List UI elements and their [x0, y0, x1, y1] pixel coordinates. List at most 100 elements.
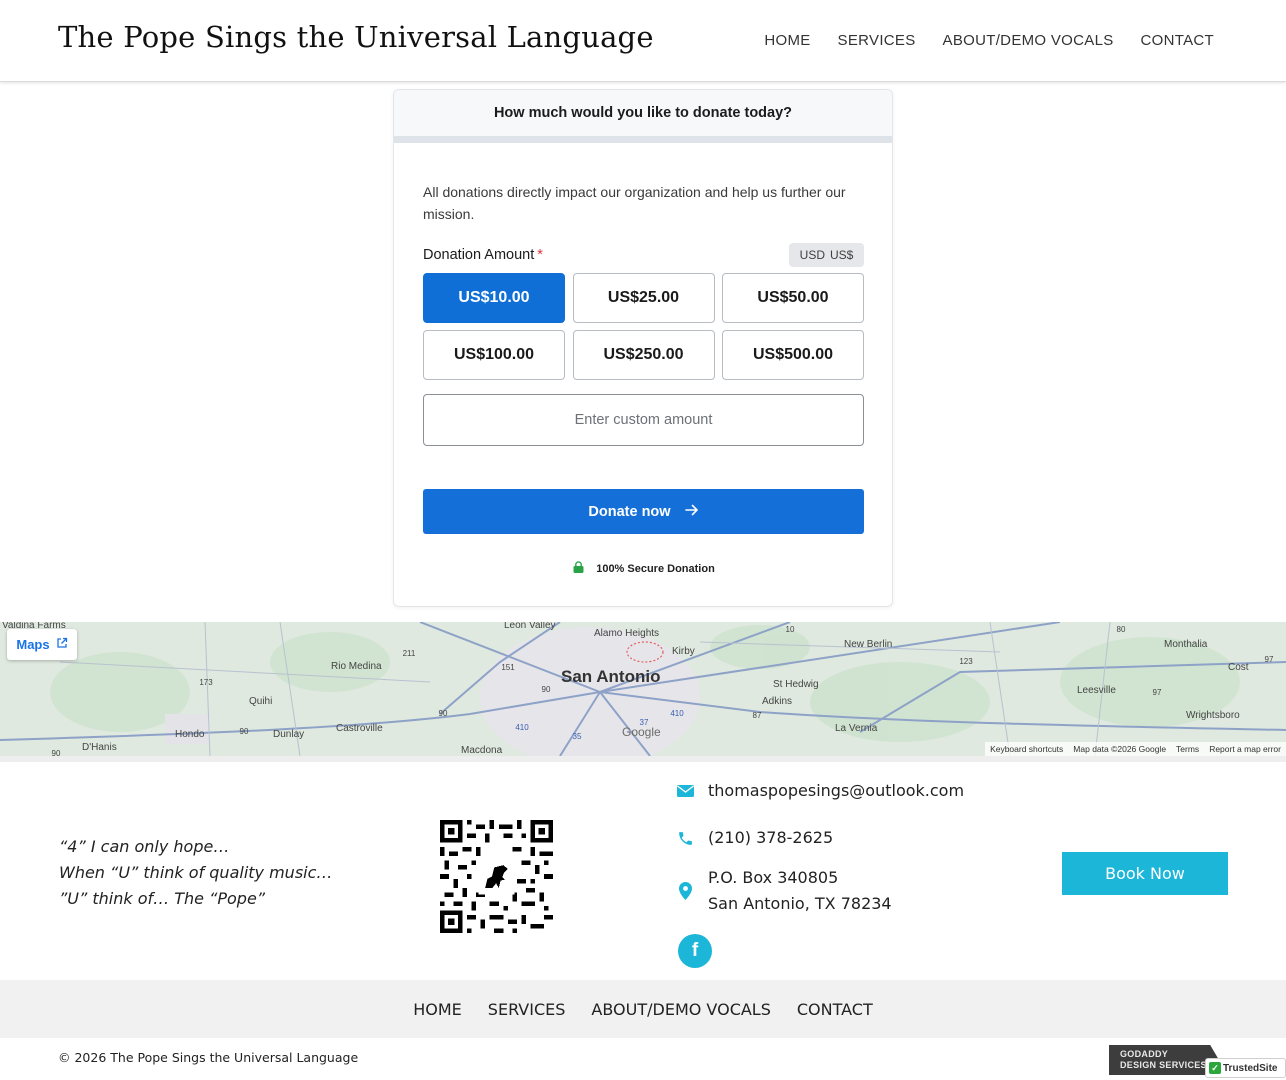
amount-label-text: Donation Amount [423, 247, 535, 263]
amount-option-500[interactable]: US$500.00 [722, 330, 864, 380]
nav-contact[interactable]: CONTACT [1141, 32, 1214, 49]
facebook-icon[interactable]: f [678, 934, 712, 968]
secure-donation-label: 100% Secure Donation [596, 562, 715, 575]
map-place: Leon Valley [504, 622, 556, 631]
nav-about-demo-vocals[interactable]: ABOUT/DEMO VOCALS [943, 32, 1114, 49]
donation-card: How much would you like to donate today?… [393, 89, 893, 607]
donation-intro: All donations directly impact our organi… [423, 184, 846, 222]
map-place: Cost [1228, 662, 1249, 673]
footer-nav-about-demo-vocals[interactable]: ABOUT/DEMO VOCALS [591, 1000, 770, 1019]
footer-nav-services[interactable]: SERVICES [488, 1000, 566, 1019]
page: The Pope Sings the Universal Language HO… [0, 0, 1286, 1080]
map-place: Hondo [175, 729, 205, 740]
address-text: P.O. Box 340805 San Antonio, TX 78234 [708, 865, 892, 917]
maps-label: Maps [16, 637, 50, 652]
book-now-button[interactable]: Book Now [1062, 852, 1228, 895]
amount-option-50[interactable]: US$50.00 [722, 273, 864, 323]
map-place: Castroville [336, 723, 383, 734]
footer-nav-contact[interactable]: CONTACT [797, 1000, 873, 1019]
highway-shield: 97 [1153, 688, 1162, 697]
amount-option-250[interactable]: US$250.00 [572, 330, 715, 380]
highway-shield: 410 [515, 723, 529, 732]
badge-line-1: GODADDY [1120, 1049, 1169, 1059]
site-title[interactable]: The Pope Sings the Universal Language [58, 20, 654, 54]
highway-shield: 211 [403, 649, 416, 658]
trustedsite-label: TrustedSite [1223, 1062, 1278, 1074]
highway-shield: 90 [439, 709, 448, 718]
map-place: Rio Medina [331, 661, 382, 672]
map-place: D'Hanis [82, 742, 117, 753]
address-line-1: P.O. Box 340805 [708, 868, 839, 887]
checkmark-icon: ✓ [1209, 1062, 1221, 1074]
highway-shield: 90 [542, 685, 551, 694]
map-place: Quihi [249, 696, 272, 707]
contact-email[interactable]: thomaspopesings@outlook.com [676, 778, 964, 804]
secure-donation-note: 100% Secure Donation [394, 561, 892, 576]
contact-phone[interactable]: (210) 378-2625 [676, 825, 833, 851]
nav-services[interactable]: SERVICES [838, 32, 916, 49]
envelope-icon [676, 778, 694, 804]
footer-contact-section: “4” I can only hope… When “U” think of q… [0, 756, 1286, 980]
currency-symbol: US$ [830, 248, 854, 262]
donate-now-button[interactable]: Donate now [423, 489, 864, 534]
map-place: Kirby [672, 646, 695, 657]
currency-selector[interactable]: USD US$ [789, 243, 864, 267]
trustedsite-badge[interactable]: ✓ TrustedSite [1205, 1058, 1286, 1078]
lock-icon [573, 561, 584, 576]
footer-nav: HOME SERVICES ABOUT/DEMO VOCALS CONTACT [0, 980, 1286, 1038]
donation-question: How much would you like to donate today? [394, 90, 892, 136]
map-place: La Vernia [835, 723, 878, 734]
quote-line: ”U” think of… The “Pope” [59, 889, 266, 908]
map-place: Adkins [762, 696, 792, 707]
address-line-2: San Antonio, TX 78234 [708, 894, 892, 913]
highway-shield: 90 [52, 749, 61, 756]
open-in-maps-button[interactable]: Maps [7, 629, 77, 660]
donation-amount-label: Donation Amount * [423, 247, 543, 263]
report-map-error-link[interactable]: Report a map error [1209, 744, 1281, 754]
map-pin-icon [676, 865, 694, 917]
external-link-icon [56, 637, 68, 652]
quote-line: “4” I can only hope… [59, 837, 230, 856]
arrow-right-icon [684, 503, 699, 521]
card-divider [394, 136, 892, 143]
copyright-text: © 2026 The Pope Sings the Universal Lang… [58, 1050, 359, 1065]
custom-amount-input[interactable] [423, 394, 864, 446]
footer-quote: “4” I can only hope… When “U” think of q… [59, 834, 332, 912]
footer-nav-home[interactable]: HOME [413, 1000, 462, 1019]
amount-option-100[interactable]: US$100.00 [423, 330, 565, 380]
map-place: New Berlin [844, 639, 892, 650]
highway-shield: 80 [1117, 625, 1126, 634]
map-place: St Hedwig [773, 679, 819, 690]
email-text[interactable]: thomaspopesings@outlook.com [708, 778, 964, 804]
highway-shield: 173 [199, 678, 213, 687]
godaddy-badge[interactable]: GODADDY DESIGN SERVICES [1109, 1045, 1219, 1075]
map-attribution: Keyboard shortcuts Map data ©2026 Google… [985, 742, 1286, 756]
map-place: Monthalia [1164, 639, 1208, 650]
phone-text[interactable]: (210) 378-2625 [708, 825, 833, 851]
contact-address: P.O. Box 340805 San Antonio, TX 78234 [676, 865, 892, 917]
map-embed[interactable]: Valdina Farms Leon Valley Alamo Heights … [0, 622, 1286, 756]
nav-home[interactable]: HOME [764, 32, 810, 49]
highway-shield: 10 [786, 625, 795, 634]
highway-shield: 151 [501, 663, 515, 672]
highway-shield: 410 [670, 709, 684, 718]
highway-shield: 97 [1265, 655, 1274, 664]
map-place: Wrightsboro [1186, 710, 1240, 721]
highway-shield: 123 [959, 657, 973, 666]
map-place: Alamo Heights [594, 628, 659, 639]
required-asterisk: * [537, 247, 543, 263]
map-data-credit: Map data ©2026 Google [1073, 744, 1167, 754]
map-labels: Valdina Farms Leon Valley Alamo Heights … [2, 622, 1274, 756]
highway-shield: 87 [753, 711, 762, 720]
map-place: Leesville [1077, 685, 1116, 696]
site-header: The Pope Sings the Universal Language HO… [0, 0, 1286, 82]
highway-shield: 35 [573, 732, 582, 741]
amount-option-25[interactable]: US$25.00 [572, 273, 715, 323]
amount-option-10[interactable]: US$10.00 [423, 273, 565, 323]
currency-code: USD [799, 248, 825, 262]
terms-link[interactable]: Terms [1176, 744, 1199, 754]
quote-line: When “U” think of quality music… [59, 863, 333, 882]
keyboard-shortcuts-link[interactable]: Keyboard shortcuts [990, 744, 1063, 754]
google-logo: Google [622, 725, 661, 739]
map-city-label: San Antonio [561, 667, 660, 686]
